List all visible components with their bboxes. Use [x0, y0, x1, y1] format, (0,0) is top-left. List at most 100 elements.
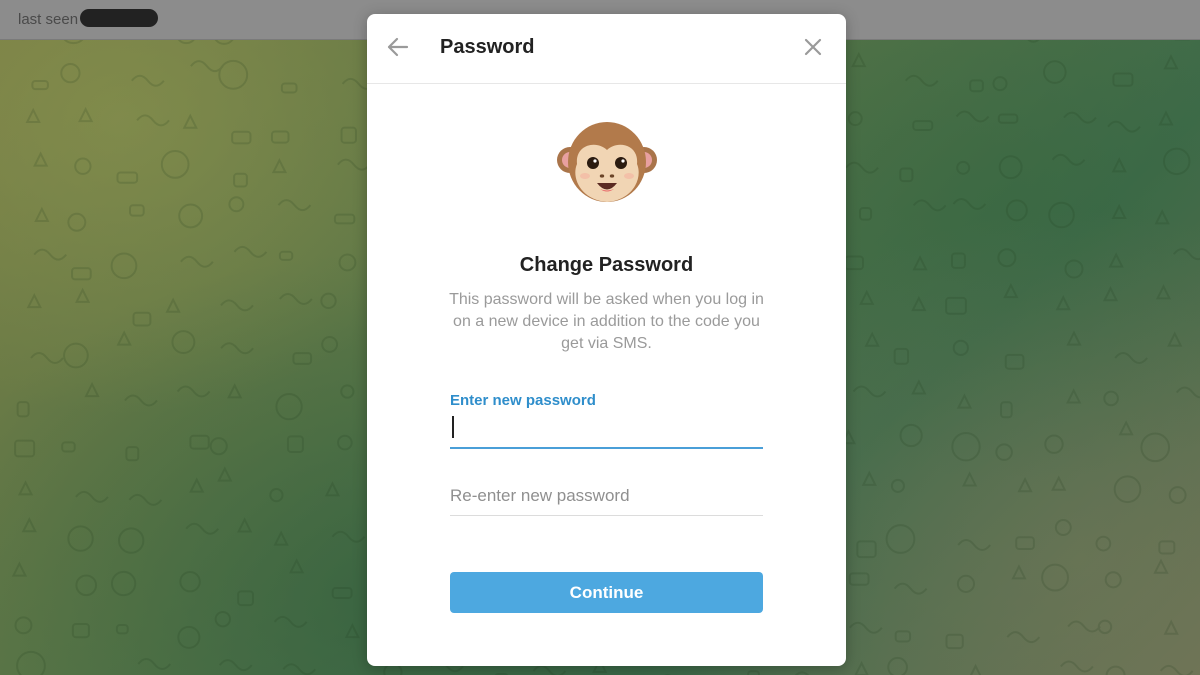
wallpaper-doodle: [331, 586, 353, 599]
wallpaper-doodle: [289, 558, 305, 574]
wallpaper-doodle: [1113, 475, 1142, 504]
wallpaper-doodle: [74, 157, 92, 175]
wallpaper-doodle: [1158, 540, 1176, 555]
wallpaper-doodle: [128, 493, 163, 506]
wallpaper-doodle: [1168, 486, 1187, 505]
change-password-heading: Change Password: [519, 254, 694, 276]
wallpaper-doodle: [273, 615, 308, 628]
wallpaper-doodle: [1163, 619, 1179, 635]
wallpaper-doodle: [231, 130, 252, 145]
wallpaper-doodle: [1103, 390, 1119, 407]
wallpaper-doodle: [1011, 564, 1027, 580]
wallpaper-doodle: [899, 423, 923, 448]
wallpaper-doodle: [1000, 401, 1013, 419]
wallpaper-doodle: [1048, 201, 1075, 229]
wallpaper-doodle: [856, 540, 877, 559]
wallpaper-doodle: [320, 292, 337, 310]
wallpaper-doodle: [1004, 353, 1025, 370]
wallpaper-doodle: [893, 582, 928, 595]
wallpaper-doodle: [1066, 388, 1082, 404]
wallpaper-doodle: [26, 292, 42, 309]
continue-button[interactable]: Continue: [450, 572, 763, 613]
wallpaper-doodle: [189, 434, 210, 450]
wallpaper-doodle: [61, 441, 76, 453]
wallpaper-doodle: [854, 660, 869, 675]
wallpaper-doodle: [912, 120, 934, 131]
wallpaper-doodle: [1155, 284, 1172, 300]
text-caret: [452, 416, 454, 438]
wallpaper-doodle: [25, 107, 41, 123]
password-description: This password will be asked when you log…: [449, 291, 764, 352]
wallpaper-doodle: [894, 630, 912, 643]
wallpaper-doodle: [962, 471, 978, 487]
wallpaper-doodle: [75, 490, 109, 503]
wallpaper-doodle: [955, 110, 990, 123]
wallpaper-doodle: [117, 527, 145, 554]
wallpaper-doodle: [78, 106, 94, 123]
new-password-input[interactable]: [450, 414, 763, 442]
wallpaper-doodle: [1167, 331, 1183, 347]
wallpaper-doodle: [71, 622, 90, 639]
wallpaper-doodle: [1044, 434, 1064, 454]
wallpaper-doodle: [233, 172, 248, 188]
close-button[interactable]: [802, 36, 824, 58]
wallpaper-doodle: [844, 255, 864, 271]
wallpaper-doodle: [1067, 620, 1101, 633]
wallpaper-doodle: [952, 198, 987, 210]
monkey-icon: [557, 122, 657, 202]
wallpaper-doodle: [324, 481, 341, 497]
wallpaper-doodle: [861, 470, 877, 486]
wallpaper-doodle: [214, 610, 232, 628]
wallpaper-doodle: [1163, 54, 1179, 70]
wallpaper-doodle: [1118, 420, 1134, 436]
wallpaper-doodle: [956, 160, 971, 175]
wallpaper-doodle: [178, 203, 204, 229]
wallpaper-doodle: [997, 113, 1019, 124]
new-password-field[interactable]: Enter new password: [450, 392, 763, 449]
wallpaper-doodle: [14, 439, 36, 458]
wallpaper-doodle: [185, 522, 219, 535]
confirm-password-field[interactable]: [450, 480, 763, 516]
wallpaper-doodle: [912, 199, 947, 212]
wallpaper-doodle: [60, 63, 81, 84]
close-icon: [804, 38, 822, 56]
wallpaper-doodle: [209, 437, 228, 456]
wallpaper-doodle: [33, 248, 67, 261]
wallpaper-doodle: [957, 538, 991, 551]
wallpaper-doodle: [277, 199, 312, 212]
wallpaper-doodle: [286, 435, 304, 453]
wallpaper-doodle: [279, 292, 313, 305]
wallpaper-doodle: [995, 443, 1013, 461]
wallpaper-doodle: [899, 167, 914, 183]
wallpaper-doodle: [275, 392, 303, 421]
wallpaper-doodle: [945, 633, 964, 650]
wallpaper-doodle: [969, 663, 982, 675]
wallpaper-doodle: [180, 255, 214, 268]
wallpaper-doodle: [237, 590, 254, 607]
wallpaper-doodle: [1060, 660, 1094, 673]
wallpaper-doodle: [864, 331, 880, 347]
wallpaper-doodle: [845, 161, 879, 174]
wallpaper-doodle: [34, 206, 50, 222]
wallpaper-doodle: [269, 487, 284, 503]
wallpaper-doodle: [271, 157, 288, 174]
wallpaper-doodle: [282, 663, 317, 675]
password-dialog: Password Change Password This password w…: [367, 14, 846, 666]
wallpaper-doodle: [182, 113, 198, 129]
wallpaper-doodle: [1114, 351, 1148, 364]
back-button[interactable]: [385, 34, 411, 60]
wallpaper-doodle: [116, 171, 139, 184]
confirm-password-input[interactable]: [450, 482, 763, 510]
last-seen-status: last seen: [18, 11, 79, 28]
wallpaper-doodle: [337, 158, 371, 171]
wallpaper-doodle: [747, 670, 760, 675]
wallpaper-doodle: [165, 297, 181, 313]
wallpaper-doodle: [847, 111, 863, 127]
wallpaper-doodle: [956, 393, 973, 409]
wallpaper-doodle: [1055, 295, 1071, 311]
wallpaper-doodle: [1095, 535, 1112, 552]
wallpaper-doodle: [1105, 665, 1126, 675]
wallpaper-doodle: [1159, 664, 1194, 675]
wallpaper-doodle: [189, 477, 205, 493]
wallpaper-doodle: [179, 570, 201, 593]
